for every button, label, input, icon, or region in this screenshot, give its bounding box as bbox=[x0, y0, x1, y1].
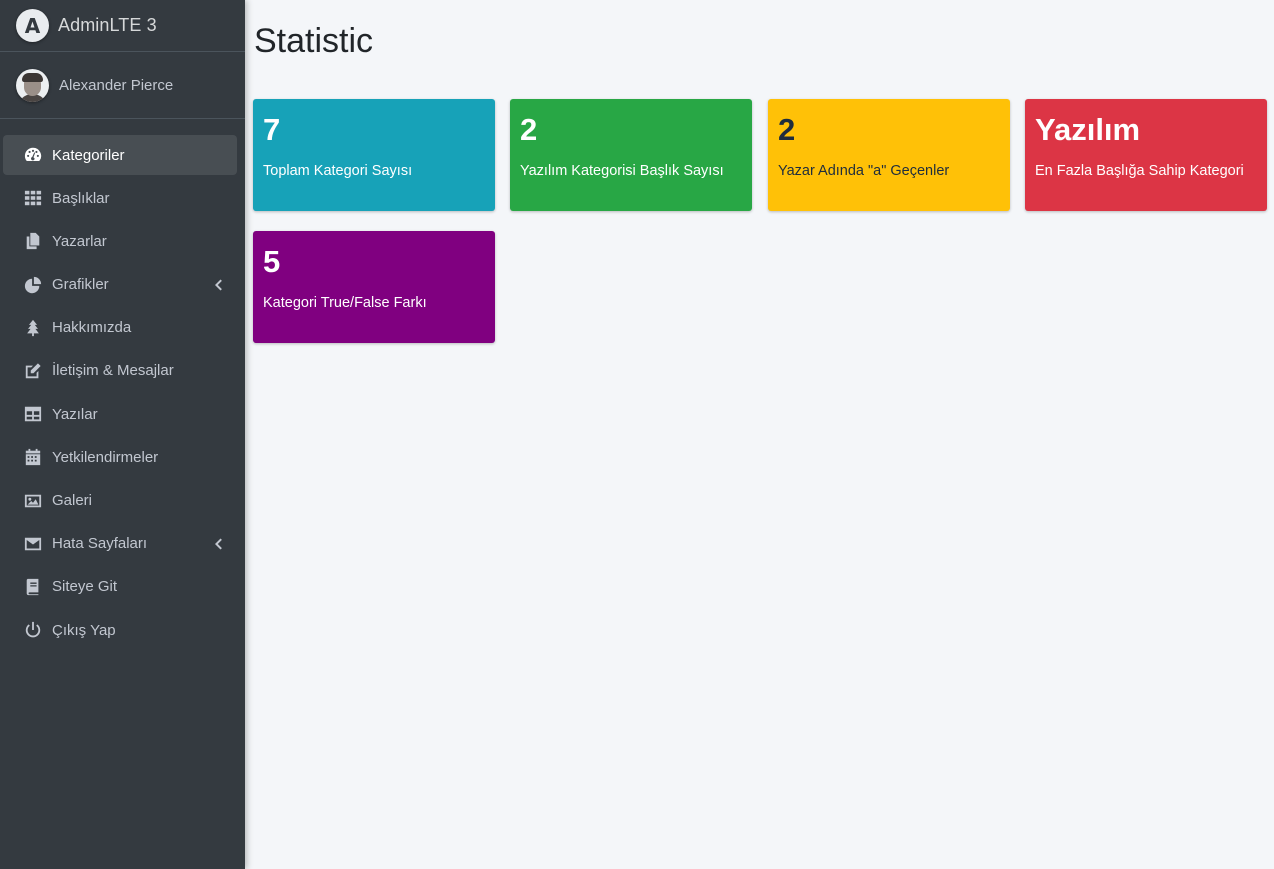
stat-value: 2 bbox=[778, 112, 796, 147]
brand-name: AdminLTE 3 bbox=[58, 15, 157, 35]
stat-box-total-categories: 7 Toplam Kategori Sayısı bbox=[253, 99, 495, 211]
grid-icon bbox=[23, 188, 43, 208]
sidebar-item-iletisim[interactable]: İletişim & Mesajlar bbox=[3, 351, 237, 391]
stat-label: Yazılım Kategorisi Başlık Sayısı bbox=[520, 163, 724, 179]
stat-box-software-titles: 2 Yazılım Kategorisi Başlık Sayısı bbox=[510, 99, 752, 211]
sidebar-item-basliklar[interactable]: Başlıklar bbox=[3, 178, 237, 218]
stat-value: 7 bbox=[263, 112, 281, 147]
book-icon bbox=[23, 577, 43, 597]
sidebar-item-yazilar[interactable]: Yazılar bbox=[3, 394, 237, 434]
sidebar-item-yazarlar[interactable]: Yazarlar bbox=[3, 221, 237, 261]
stat-label: En Fazla Başlığa Sahip Kategori bbox=[1035, 163, 1244, 179]
sidebar-item-label: Yetkilendirmeler bbox=[52, 448, 159, 466]
sidebar-item-hakkimizda[interactable]: Hakkımızda bbox=[3, 308, 237, 348]
table-icon bbox=[23, 404, 43, 424]
user-name[interactable]: Alexander Pierce bbox=[59, 77, 173, 94]
stat-value: Yazılım bbox=[1035, 112, 1141, 147]
sidebar-item-label: Grafikler bbox=[52, 276, 109, 294]
envelope-icon bbox=[23, 534, 43, 554]
sidebar-item-label: Galeri bbox=[52, 492, 93, 509]
stat-box-true-false-diff: 5 Kategori True/False Farkı bbox=[253, 231, 495, 343]
sidebar-item-label: Siteye Git bbox=[52, 578, 118, 596]
user-panel[interactable]: Alexander Pierce bbox=[0, 52, 245, 119]
stat-label: Yazar Adında "a" Geçenler bbox=[778, 163, 950, 179]
main-content: Statistic 7 Toplam Kategori Sayısı 2 Yaz… bbox=[245, 0, 1274, 869]
image-icon bbox=[23, 491, 43, 511]
calendar-icon bbox=[23, 447, 43, 467]
avatar bbox=[16, 68, 49, 102]
sidebar: A AdminLTE 3 Alexander Pierce Kategorile… bbox=[0, 0, 245, 869]
edit-icon bbox=[23, 361, 43, 381]
sidebar-item-label: Hata Sayfaları bbox=[52, 535, 148, 553]
sidebar-item-label: Hakkımızda bbox=[52, 319, 132, 337]
stat-box-top-category: Yazılım En Fazla Başlığa Sahip Kategori bbox=[1025, 99, 1267, 211]
stat-label: Toplam Kategori Sayısı bbox=[263, 163, 413, 179]
sidebar-item-galeri[interactable]: Galeri bbox=[3, 481, 237, 521]
sidebar-item-siteye-git[interactable]: Siteye Git bbox=[3, 567, 237, 607]
chevron-left-icon[interactable] bbox=[213, 537, 223, 551]
sidebar-item-yetkilendirmeler[interactable]: Yetkilendirmeler bbox=[3, 437, 237, 477]
stat-box-authors-with-a: 2 Yazar Adında "a" Geçenler bbox=[768, 99, 1010, 211]
copy-icon bbox=[23, 231, 43, 251]
stat-value: 5 bbox=[263, 244, 281, 279]
sidebar-item-grafikler[interactable]: Grafikler bbox=[3, 265, 237, 305]
sidebar-item-hata-sayfalari[interactable]: Hata Sayfaları bbox=[3, 524, 237, 564]
tachometer-icon bbox=[23, 145, 43, 165]
brand-logo: A bbox=[16, 9, 49, 42]
brand-logo-letter: A bbox=[24, 13, 41, 38]
sidebar-nav: Kategoriler Başlıklar Yazarlar Grafikler bbox=[0, 119, 245, 650]
brand-link[interactable]: A AdminLTE 3 bbox=[0, 0, 245, 52]
pie-chart-icon bbox=[23, 275, 43, 295]
stat-label: Kategori True/False Farkı bbox=[263, 295, 427, 311]
sidebar-item-label: Başlıklar bbox=[52, 189, 110, 207]
power-icon bbox=[23, 620, 43, 640]
sidebar-item-label: İletişim & Mesajlar bbox=[52, 362, 174, 380]
sidebar-item-cikis-yap[interactable]: Çıkış Yap bbox=[3, 610, 237, 650]
chevron-left-icon[interactable] bbox=[213, 278, 223, 292]
sidebar-item-label: Kategoriler bbox=[52, 146, 125, 164]
sidebar-item-label: Yazarlar bbox=[52, 232, 107, 250]
page-title: Statistic bbox=[254, 22, 374, 60]
sidebar-item-kategoriler[interactable]: Kategoriler bbox=[3, 135, 237, 175]
stat-value: 2 bbox=[520, 112, 538, 147]
sidebar-item-label: Çıkış Yap bbox=[52, 621, 116, 639]
sidebar-item-label: Yazılar bbox=[52, 405, 98, 423]
tree-icon bbox=[23, 318, 43, 338]
